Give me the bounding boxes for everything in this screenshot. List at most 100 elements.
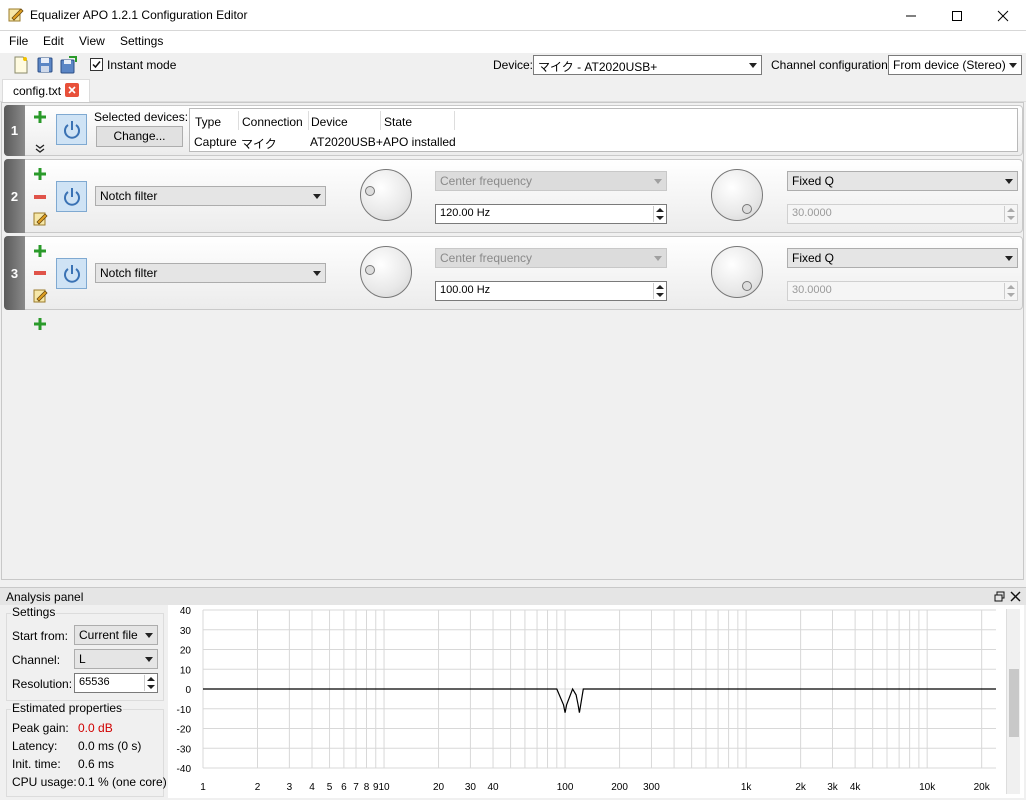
frequency-response-graph[interactable]: 40 30 20 10 0 -10 -20 -30 -40 1 2 3 4 5 6 7 8 9 10 20 30 40 10…	[168, 605, 1024, 798]
channel-select[interactable]: L	[74, 649, 158, 669]
frequency-input[interactable]: 120.00 Hz	[435, 204, 667, 224]
q-mode-select[interactable]: Fixed Q	[787, 171, 1018, 191]
frequency-response-chart: 403020100-10-20-30-401 2 3 4 5 6 7 8 9 10 20 30 40 10…	[177, 606, 996, 793]
channel-label: Channel:	[12, 653, 61, 667]
filter-type-value: Notch filter	[100, 266, 158, 280]
chevron-down-icon	[313, 271, 321, 276]
edit-icon[interactable]	[33, 288, 48, 303]
resolution-label: Resolution:	[12, 677, 73, 691]
analysis-panel-title: Analysis panel	[6, 590, 84, 604]
remove-filter-icon[interactable]	[34, 271, 46, 275]
frequency-input[interactable]: 100.00 Hz	[435, 281, 667, 301]
start-from-label: Start from:	[12, 629, 69, 643]
chevron-down-icon	[1005, 179, 1013, 184]
device-select-value: マイク - AT2020USB+	[538, 60, 658, 74]
save-as-icon[interactable]	[59, 56, 77, 74]
x-tick-label: 5	[327, 782, 333, 793]
instant-mode-label: Instant mode	[107, 58, 177, 72]
row-number: 3	[4, 236, 25, 310]
close-tab-icon[interactable]	[65, 83, 79, 97]
q-value: 30.0000	[792, 207, 832, 219]
q-knob[interactable]	[711, 169, 763, 221]
remove-filter-icon[interactable]	[34, 195, 46, 199]
filter-type-select[interactable]: Notch filter	[95, 186, 326, 206]
col-header-device: Device	[311, 115, 348, 129]
tab-config[interactable]: config.txt	[2, 79, 90, 102]
filter-type-select[interactable]: Notch filter	[95, 263, 326, 283]
latency-label: Latency:	[12, 739, 58, 753]
cell-type: Capture	[194, 135, 237, 149]
close-panel-icon[interactable]	[1010, 591, 1021, 602]
power-toggle[interactable]	[56, 258, 87, 289]
menu-edit[interactable]: Edit	[43, 34, 64, 48]
change-devices-button[interactable]: Change...	[96, 126, 183, 147]
selected-devices-label: Selected devices:	[94, 110, 189, 124]
undock-icon[interactable]	[994, 591, 1005, 602]
power-toggle[interactable]	[56, 181, 87, 212]
menu-settings[interactable]: Settings	[120, 34, 163, 48]
y-tick-label: -40	[177, 764, 192, 775]
spinner-icon[interactable]	[144, 675, 156, 691]
start-from-value: Current file	[79, 628, 138, 642]
estimated-group-label: Estimated properties	[11, 701, 124, 715]
x-tick-label: 10k	[919, 782, 936, 793]
vertical-scrollbar[interactable]	[1006, 609, 1020, 794]
power-icon	[63, 187, 80, 206]
row-number: 2	[4, 159, 25, 233]
y-tick-label: 20	[180, 646, 192, 657]
init-time-label: Init. time:	[12, 757, 61, 771]
x-tick-label: 300	[643, 782, 660, 793]
start-from-select[interactable]: Current file	[74, 625, 158, 645]
channel-value: L	[79, 652, 86, 666]
y-tick-label: 0	[185, 685, 191, 696]
x-tick-label: 4	[309, 782, 315, 793]
x-tick-label: 20k	[974, 782, 991, 793]
window-title: Equalizer APO 1.2.1 Configuration Editor	[30, 8, 248, 22]
cell-connection: マイク	[241, 137, 277, 151]
menu-file[interactable]: File	[9, 34, 28, 48]
close-button[interactable]	[980, 0, 1026, 31]
y-tick-label: -10	[177, 705, 192, 716]
param-mode-value: Center frequency	[440, 174, 533, 188]
device-select[interactable]: マイク - AT2020USB+	[533, 55, 762, 75]
y-tick-label: -30	[177, 744, 192, 755]
param-mode-select: Center frequency	[435, 171, 667, 191]
power-toggle[interactable]	[56, 114, 87, 145]
q-knob[interactable]	[711, 246, 763, 298]
add-filter-icon[interactable]	[34, 245, 46, 257]
x-tick-label: 4k	[850, 782, 862, 793]
x-tick-label: 2	[255, 782, 261, 793]
maximize-button[interactable]	[934, 0, 980, 31]
checkmark-icon	[92, 61, 101, 69]
edit-icon[interactable]	[33, 211, 48, 226]
new-file-icon[interactable]	[12, 56, 30, 74]
frequency-knob[interactable]	[360, 169, 412, 221]
q-mode-select[interactable]: Fixed Q	[787, 248, 1018, 268]
x-tick-label: 6	[341, 782, 347, 793]
device-label: Device:	[493, 58, 534, 72]
add-filter-icon[interactable]	[34, 318, 46, 330]
instant-mode-checkbox[interactable]	[90, 58, 103, 71]
x-tick-label: 20	[433, 782, 445, 793]
x-tick-label: 1k	[741, 782, 753, 793]
menu-view[interactable]: View	[79, 34, 105, 48]
scrollbar-thumb[interactable]	[1009, 669, 1019, 737]
frequency-knob[interactable]	[360, 246, 412, 298]
minimize-button[interactable]	[888, 0, 934, 31]
resolution-input[interactable]: 65536	[74, 673, 158, 693]
channel-config-select[interactable]: From device (Stereo)	[888, 55, 1022, 75]
analysis-settings: Settings Start from: Current file Channe…	[2, 605, 167, 798]
x-tick-label: 3	[287, 782, 293, 793]
q-mode-value: Fixed Q	[792, 251, 835, 265]
tab-label: config.txt	[13, 84, 62, 98]
peak-gain-label: Peak gain:	[12, 721, 69, 735]
save-icon[interactable]	[36, 56, 54, 74]
spinner-icon[interactable]	[653, 206, 665, 222]
spinner-icon[interactable]	[653, 283, 665, 299]
add-filter-icon[interactable]	[34, 111, 46, 123]
frequency-value: 120.00 Hz	[440, 207, 491, 219]
add-filter-icon[interactable]	[34, 168, 46, 180]
title-bar: Equalizer APO 1.2.1 Configuration Editor	[0, 0, 1026, 31]
channel-config-label: Channel configuration:	[771, 58, 892, 72]
expand-icon[interactable]	[35, 143, 45, 153]
